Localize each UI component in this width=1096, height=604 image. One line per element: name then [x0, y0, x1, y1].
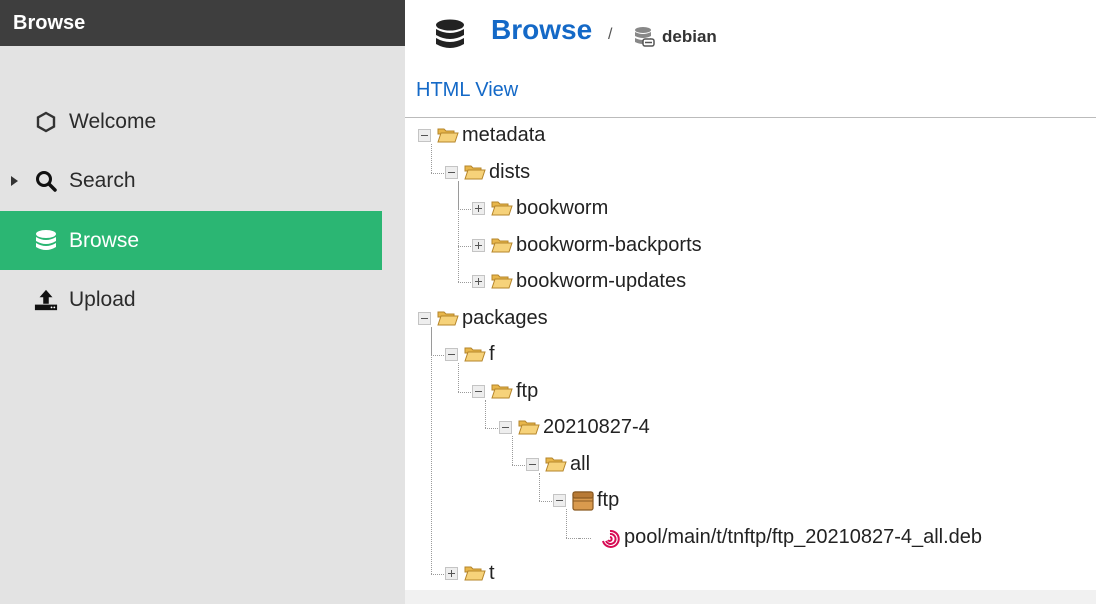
tree-folder-label[interactable]: metadata	[462, 124, 545, 147]
sidebar-item-label: Browse	[69, 228, 140, 252]
tree-connector	[458, 363, 459, 392]
tree-connector	[579, 537, 591, 539]
sidebar-item-label: Upload	[69, 287, 136, 311]
tree-folder-label[interactable]: bookworm-updates	[516, 270, 686, 293]
folder-open-icon	[545, 455, 567, 473]
horizontal-scrollbar[interactable]	[405, 590, 1096, 604]
expand-toggle[interactable]	[445, 567, 458, 580]
folder-open-icon	[491, 236, 513, 254]
tree-connector	[485, 399, 486, 428]
debian-swirl-icon	[599, 528, 621, 548]
folder-open-icon	[491, 382, 513, 400]
folder-open-icon	[437, 126, 459, 144]
tree-connector	[512, 436, 513, 465]
sidebar-item-label: Welcome	[69, 109, 157, 133]
hexagon-icon	[34, 110, 58, 134]
repository-tree: metadata dists bookworm bookworm-backports b…	[405, 0, 1096, 604]
folder-open-icon	[491, 199, 513, 217]
expand-toggle[interactable]	[472, 238, 485, 252]
tree-folder-label[interactable]: f	[489, 343, 495, 366]
collapse-toggle[interactable]	[553, 494, 566, 507]
tree-connector	[566, 509, 567, 538]
tree-folder-label[interactable]: bookworm	[516, 197, 608, 220]
tree-folder-label[interactable]: packages	[462, 307, 548, 330]
tree-folder-label[interactable]: 20210827-4	[543, 416, 650, 439]
database-icon	[34, 229, 58, 253]
tree-file-label[interactable]: pool/main/t/tnftp/ftp_20210827-4_all.deb	[624, 526, 982, 549]
expand-toggle[interactable]	[472, 275, 485, 288]
tree-folder-label[interactable]: ftp	[597, 489, 619, 512]
sidebar: Browse Welcome Search Browse Upload	[0, 0, 405, 604]
sidebar-item-upload[interactable]: Upload	[0, 270, 382, 329]
tree-connector	[539, 472, 540, 501]
tree-connector	[458, 180, 459, 282]
sidebar-item-label: Search	[69, 168, 136, 192]
search-icon	[34, 169, 58, 193]
package-box-icon	[572, 491, 594, 511]
collapse-toggle[interactable]	[418, 311, 431, 325]
collapse-toggle[interactable]	[499, 421, 512, 434]
folder-open-icon	[464, 163, 486, 181]
tree-folder-label[interactable]: all	[570, 453, 590, 476]
collapse-toggle[interactable]	[445, 348, 458, 361]
collapse-toggle[interactable]	[472, 384, 485, 398]
folder-open-icon	[518, 418, 540, 436]
folder-open-icon	[437, 309, 459, 327]
sidebar-item-search[interactable]: Search	[0, 151, 382, 210]
expand-toggle[interactable]	[472, 202, 485, 215]
folder-open-icon	[464, 564, 486, 582]
main-panel: Browse / debian HTML View metadata dists b…	[405, 0, 1096, 604]
folder-open-icon	[464, 345, 486, 363]
sidebar-item-welcome[interactable]: Welcome	[0, 92, 382, 151]
folder-open-icon	[491, 272, 513, 290]
collapse-toggle[interactable]	[445, 165, 458, 179]
expand-caret-icon[interactable]	[11, 175, 18, 186]
sidebar-item-browse[interactable]: Browse	[0, 211, 382, 270]
collapse-toggle[interactable]	[418, 129, 431, 142]
upload-icon	[34, 288, 58, 312]
tree-folder-label[interactable]: bookworm-backports	[516, 234, 702, 257]
tree-connector	[431, 144, 432, 173]
tree-connector	[431, 326, 432, 574]
sidebar-title: Browse	[0, 0, 405, 46]
tree-folder-label[interactable]: dists	[489, 161, 530, 184]
tree-folder-label[interactable]: t	[489, 562, 495, 585]
collapse-toggle[interactable]	[526, 457, 539, 471]
tree-folder-label[interactable]: ftp	[516, 380, 538, 403]
